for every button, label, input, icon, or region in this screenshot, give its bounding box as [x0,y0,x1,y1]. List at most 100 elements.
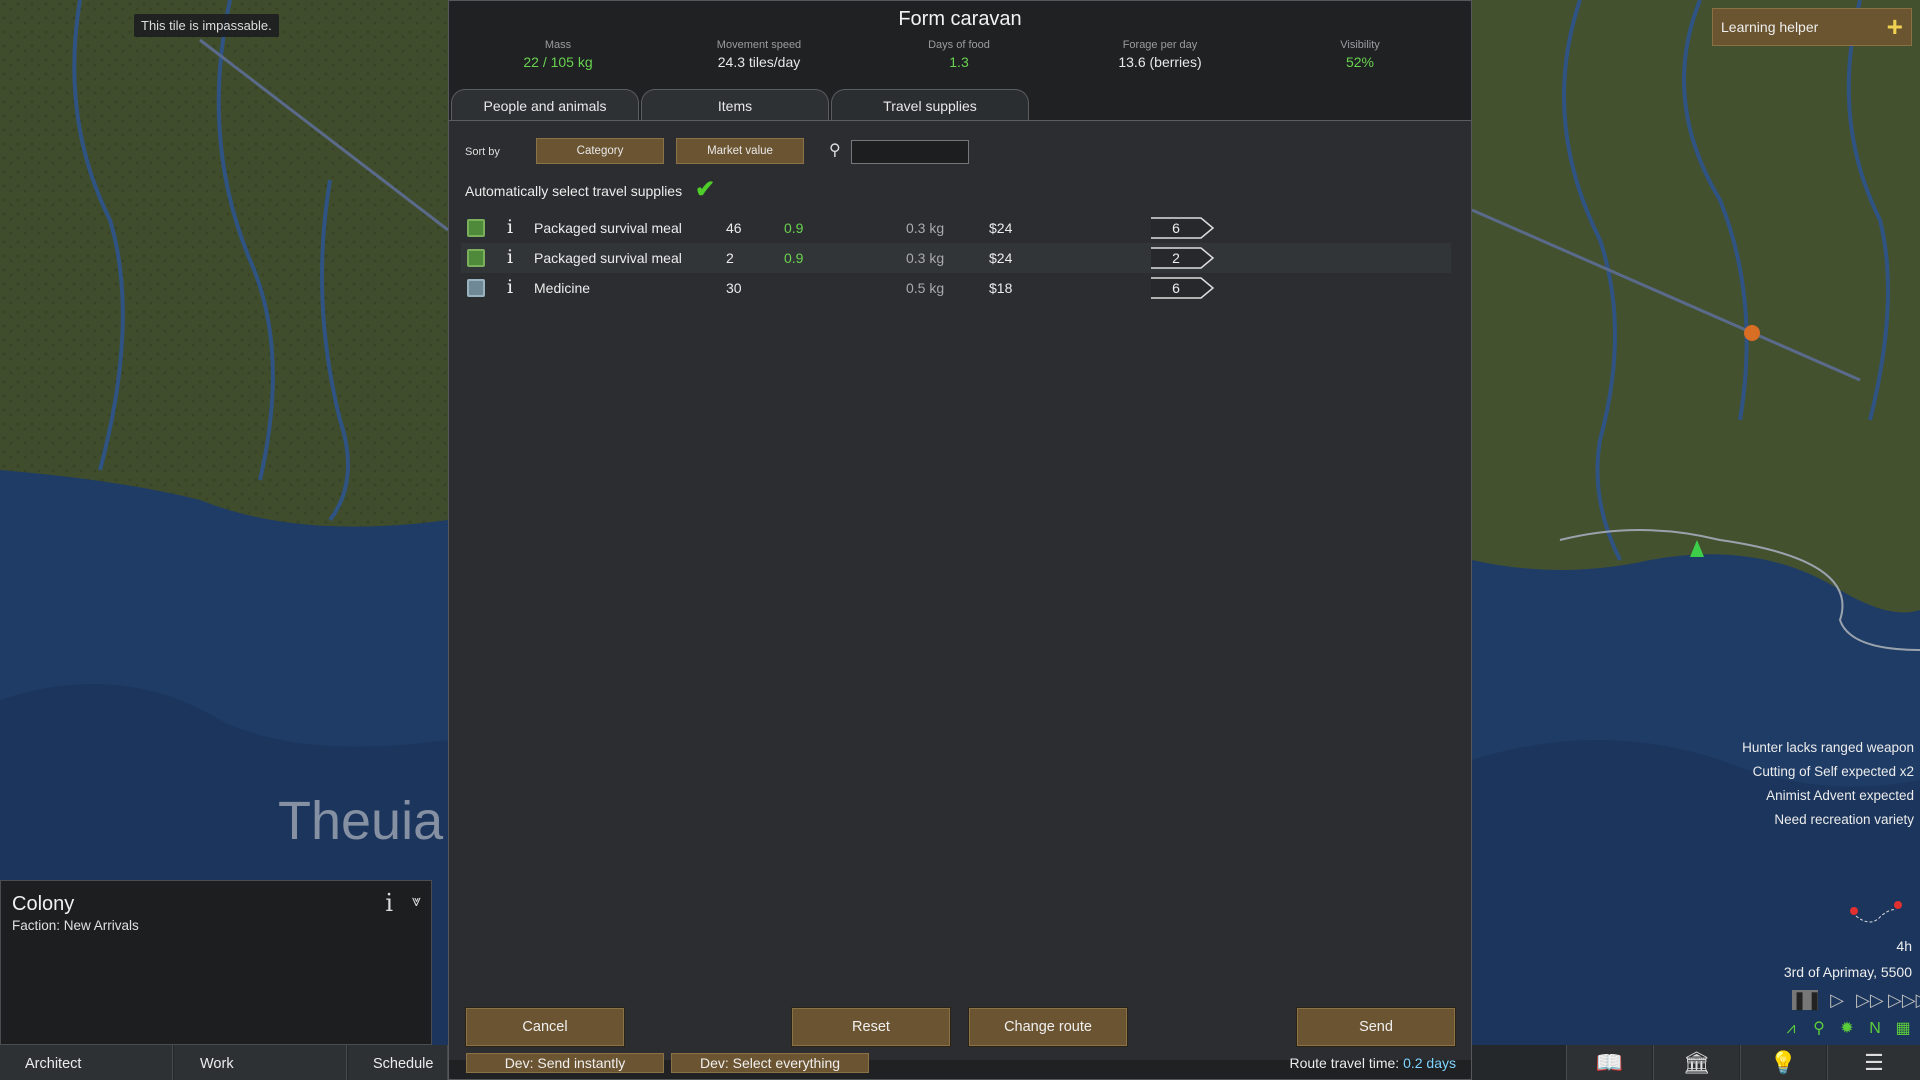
item-mass: 0.3 kg [906,250,945,266]
stat-mass: Mass 22 / 105 kg [458,39,658,70]
learning-helper-label: Learning helper [1721,19,1819,35]
stat-forage-per-day: Forage per day 13.6 (berries) [1060,39,1260,70]
inspector-pane: Colony Faction: New Arrivals i ⩔ [0,880,432,1045]
alert-item[interactable]: Cutting of Self expected x2 [1714,764,1914,780]
stat-value: 1.3 [949,54,969,70]
sort-category-button[interactable]: Category [536,138,664,164]
stat-value: 24.3 tiles/day [717,54,801,70]
quantity-value: 6 [1172,280,1180,296]
stat-value: 52% [1345,54,1375,70]
region-label: Theuia [278,791,444,851]
list-item: i Medicine 30 0.5 kg $18 6 [461,273,1451,303]
stat-label: Movement speed [716,39,802,51]
quantity-value: 2 [1172,250,1180,266]
item-name: Medicine [534,280,591,296]
item-days-of-food: 0.9 [784,220,804,236]
stat-days-of-food: Days of food 1.3 [859,39,1059,70]
list-item: i Packaged survival meal 46 0.9 0.3 kg $… [461,213,1451,243]
item-count: 2 [726,250,734,266]
route-planner-icon[interactable] [1846,898,1906,928]
info-icon[interactable]: i [507,246,513,268]
survival-meal-icon [467,249,485,267]
tab-work[interactable]: Work [174,1045,347,1080]
time-speed-controls: ❚❚ ▷ ▷▷ ▷▷▷ [1792,990,1920,1010]
dialog-tabs: People and animals Items Travel supplies [449,89,1471,122]
stat-value: 22 / 105 kg [523,54,593,70]
dev-select-everything-button[interactable]: Dev: Select everything [671,1053,869,1073]
quantity-value: 6 [1172,220,1180,236]
menu-list-icon[interactable]: ☰ [1827,1045,1920,1080]
item-price: $24 [989,250,1013,266]
caravan-stats: Mass 22 / 105 kg Movement speed 24.3 til… [449,39,1471,79]
tab-architect[interactable]: Architect [0,1045,173,1080]
tab-travel-supplies[interactable]: Travel supplies [831,89,1029,122]
play-normal-icon[interactable]: ▷ [1824,990,1850,1010]
item-price: $18 [989,280,1013,296]
alerts-list: Hunter lacks ranged weapon Cutting of Se… [1714,740,1914,836]
checkmark-icon[interactable]: ✔ [695,175,715,204]
play-fast-icon[interactable]: ▷▷ [1856,990,1884,1010]
collapse-chevron-icon[interactable]: ⩔ [412,893,421,911]
stat-label: Forage per day [1122,39,1198,51]
survival-meal-icon [467,219,485,237]
toggle-lightbulb-icon[interactable]: ✹ [1836,1018,1858,1040]
reset-button[interactable]: Reset [791,1007,951,1047]
info-icon[interactable]: i [507,216,513,238]
search-input[interactable] [851,140,969,164]
inspector-title: Colony [12,893,75,915]
pause-icon[interactable]: ❚❚ [1792,990,1822,1010]
info-icon[interactable]: i [507,276,513,298]
play-superfast-icon[interactable]: ▷▷▷ [1888,990,1920,1010]
alert-item[interactable]: Hunter lacks ranged weapon [1714,740,1914,756]
learning-helper-button[interactable]: Learning helper + [1712,8,1912,46]
search-icon: ⚲ [829,142,841,159]
clock-date: 3rd of Aprimay, 5500 [1783,964,1912,980]
alert-item[interactable]: Animist Advent expected [1714,788,1914,804]
sort-market-value-button[interactable]: Market value [676,138,804,164]
change-route-button[interactable]: Change route [968,1007,1128,1047]
send-button[interactable]: Send [1296,1007,1456,1047]
item-mass: 0.5 kg [906,280,945,296]
stat-label: Days of food [928,39,990,51]
item-count: 46 [726,220,742,236]
item-name: Packaged survival meal [534,250,682,266]
auto-select-label[interactable]: Automatically select travel supplies [465,183,682,199]
book-icon[interactable]: 📖 [1566,1045,1652,1080]
dev-send-instantly-button[interactable]: Dev: Send instantly [466,1053,664,1073]
alert-item[interactable]: Need recreation variety [1714,812,1914,828]
toggle-grid-icon[interactable]: ▦ [1892,1018,1914,1040]
inspector-faction: Faction: New Arrivals [12,918,139,933]
toggle-expanding-icons-icon[interactable]: ⩘ [1780,1018,1802,1040]
toggle-north-icon[interactable]: N [1864,1018,1886,1040]
map-toggles: ⩘ ⚲ ✹ N ▦ [1780,1018,1914,1040]
stat-label: Mass [544,39,572,51]
item-price: $24 [989,220,1013,236]
route-travel-time: Route travel time: 0.2 days [1289,1055,1456,1071]
dialog-title: Form caravan [898,8,1022,30]
quantity-stepper[interactable]: 6 [1149,216,1215,240]
toggle-search-icon[interactable]: ⚲ [1808,1018,1830,1040]
item-count: 30 [726,280,742,296]
item-name: Packaged survival meal [534,220,682,236]
sort-by-label: Sort by [465,146,500,158]
map-tooltip: This tile is impassable. [134,14,279,37]
quantity-stepper[interactable]: 6 [1149,276,1215,300]
tab-schedule[interactable]: Schedule [348,1045,448,1080]
item-days-of-food: 0.9 [784,250,804,266]
ideas-lightbulb-icon[interactable]: 💡 [1740,1045,1826,1080]
item-mass: 0.3 kg [906,220,945,236]
form-caravan-dialog: Form caravan Mass 22 / 105 kg Movement s… [448,0,1472,1080]
supplies-list: i Packaged survival meal 46 0.9 0.3 kg $… [461,213,1451,303]
stat-value: 13.6 (berries) [1118,54,1202,70]
quantity-stepper[interactable]: 2 [1149,246,1215,270]
stat-movement-speed: Movement speed 24.3 tiles/day [659,39,859,70]
stat-visibility: Visibility 52% [1260,39,1460,70]
medicine-icon [467,279,485,297]
cancel-button[interactable]: Cancel [465,1007,625,1047]
plus-icon[interactable]: + [1887,13,1903,41]
travel-supplies-panel: Sort by Category Market value ⚲ Automati… [449,120,1471,1060]
tab-items[interactable]: Items [641,89,829,121]
factions-icon[interactable]: 🏛 [1653,1045,1739,1080]
info-icon[interactable]: i [385,889,393,917]
tab-people-and-animals[interactable]: People and animals [451,89,639,121]
